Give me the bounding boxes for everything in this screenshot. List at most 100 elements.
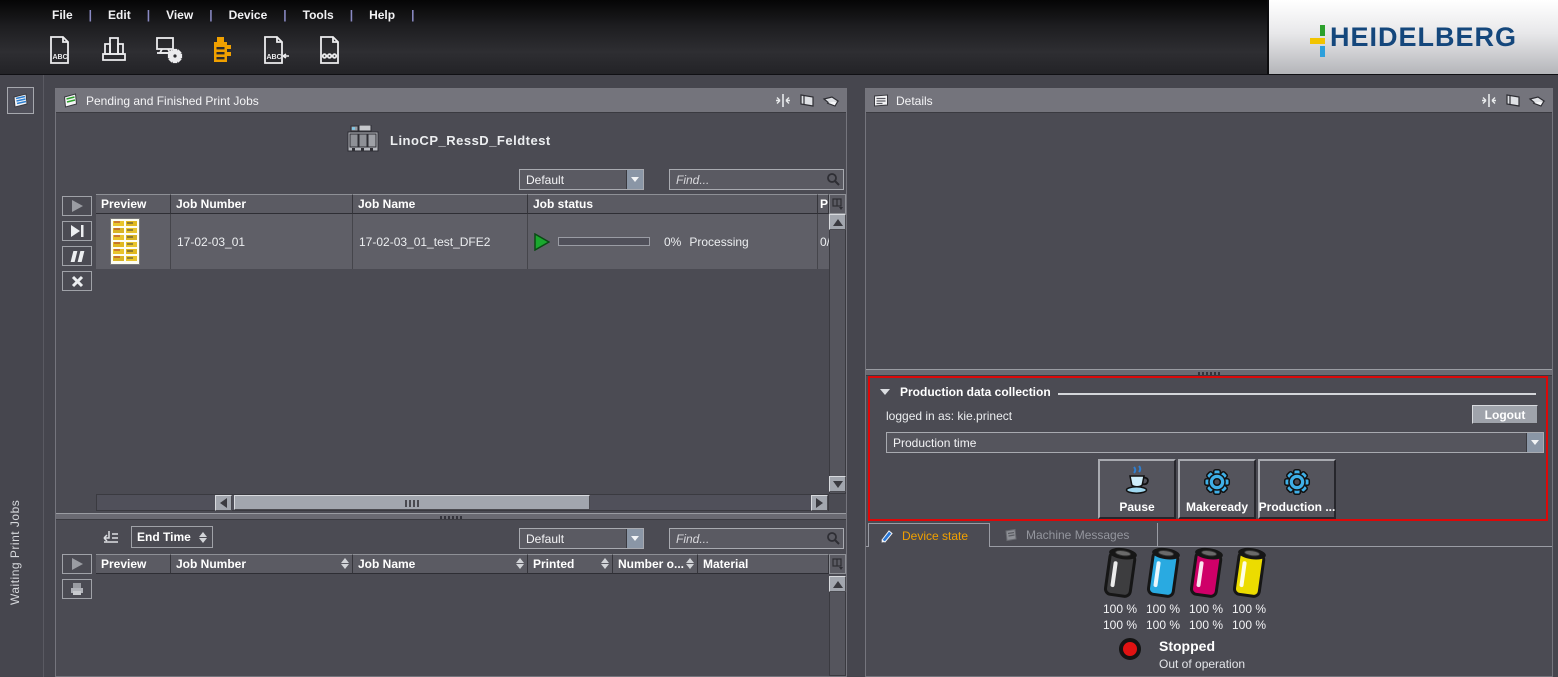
column-settings-button[interactable] bbox=[829, 194, 846, 214]
device-name: LinoCP_RessD_Feldtest bbox=[390, 133, 551, 148]
section-header[interactable]: Production data collection bbox=[880, 385, 1051, 399]
pending-view-preset-dropdown[interactable]: Default bbox=[519, 169, 644, 190]
detach-panel-icon[interactable] bbox=[822, 93, 840, 108]
job-running-icon bbox=[534, 233, 550, 251]
menu-edit[interactable]: Edit bbox=[96, 6, 143, 24]
cartridge-highlight bbox=[1239, 561, 1247, 587]
sort-arrows-icon[interactable] bbox=[601, 558, 609, 569]
column-settings-icon bbox=[832, 558, 844, 570]
operation-value: Production time bbox=[887, 436, 1526, 450]
detach-panel-icon[interactable] bbox=[1528, 93, 1546, 108]
scroll-down-button[interactable] bbox=[829, 476, 846, 492]
ink-cartridge-yellow bbox=[1232, 551, 1266, 598]
preset-value: Default bbox=[520, 173, 626, 187]
sort-arrows-icon[interactable] bbox=[341, 558, 349, 569]
cancel-job-button[interactable] bbox=[62, 271, 92, 291]
column-header-job-name[interactable]: Job Name bbox=[353, 554, 528, 574]
column-header-printed[interactable]: Pr bbox=[818, 194, 829, 214]
details-splitter[interactable] bbox=[866, 369, 1552, 376]
jobs-splitter[interactable] bbox=[56, 513, 846, 520]
start-job-button[interactable] bbox=[62, 196, 92, 216]
reprint-job-button[interactable] bbox=[62, 554, 92, 574]
triangle-right-icon bbox=[816, 498, 823, 508]
workstation-settings-icon[interactable] bbox=[152, 33, 184, 67]
column-settings-button[interactable] bbox=[829, 554, 846, 574]
device-machine-icon-active[interactable] bbox=[206, 33, 238, 67]
tab-machine-messages[interactable]: Machine Messages bbox=[993, 523, 1158, 547]
brand-panel: HEIDELBERG bbox=[1267, 0, 1558, 74]
column-header-job-name[interactable]: Job Name bbox=[353, 194, 528, 214]
new-job-document-icon[interactable]: ABC bbox=[44, 33, 76, 67]
tab-device-state[interactable]: Device state bbox=[868, 523, 990, 547]
maximize-panel-icon[interactable] bbox=[798, 93, 816, 108]
button-label: Makeready bbox=[1186, 500, 1248, 514]
pause-job-button[interactable] bbox=[62, 246, 92, 266]
print-queue-icon[interactable] bbox=[98, 33, 130, 67]
sort-arrows-icon[interactable] bbox=[199, 532, 207, 543]
menu-device[interactable]: Device bbox=[217, 6, 280, 24]
search-icon[interactable] bbox=[826, 531, 841, 546]
logo-green-tick bbox=[1320, 25, 1325, 36]
menu-file[interactable]: File bbox=[40, 6, 85, 24]
linked-jobs-document-icon[interactable] bbox=[314, 33, 346, 67]
close-icon bbox=[71, 275, 84, 288]
details-panel-header: Details bbox=[866, 89, 1552, 113]
ink-level-magenta-1: 100 % bbox=[1185, 602, 1227, 616]
sort-arrows-icon[interactable] bbox=[516, 558, 524, 569]
column-header-material[interactable]: Material bbox=[698, 554, 829, 574]
maximize-panel-icon[interactable] bbox=[1504, 93, 1522, 108]
machine-status-state: Stopped bbox=[1159, 638, 1215, 654]
logout-button[interactable]: Logout bbox=[1472, 405, 1538, 424]
scrollbar-thumb[interactable] bbox=[234, 495, 590, 510]
job-preview-thumbnail[interactable] bbox=[110, 218, 140, 265]
jobs-panel-title: Pending and Finished Print Jobs bbox=[86, 94, 259, 108]
menu-help[interactable]: Help bbox=[357, 6, 407, 24]
menu-view[interactable]: View bbox=[154, 6, 205, 24]
sort-field-selector[interactable]: End Time bbox=[131, 526, 213, 548]
column-header-job-status[interactable]: Job status bbox=[528, 194, 818, 214]
scroll-right-button[interactable] bbox=[811, 495, 828, 511]
print-to-end-button[interactable] bbox=[62, 221, 92, 241]
column-header-job-number[interactable]: Job Number bbox=[171, 554, 353, 574]
production-operation-button[interactable]: Production ... bbox=[1258, 459, 1336, 519]
scroll-left-button[interactable] bbox=[215, 495, 232, 511]
finished-find-input[interactable] bbox=[669, 528, 844, 549]
details-panel-icon bbox=[872, 93, 890, 108]
collapse-panel-icon[interactable] bbox=[1480, 93, 1498, 108]
ink-cartridge-black bbox=[1103, 551, 1137, 598]
pending-find-input[interactable] bbox=[669, 169, 844, 190]
abc-glyph: ABC bbox=[267, 54, 282, 61]
makeready-operation-button[interactable]: Makeready bbox=[1178, 459, 1256, 519]
pending-horizontal-scrollbar[interactable] bbox=[96, 494, 829, 511]
dropdown-arrow-button[interactable] bbox=[1526, 433, 1543, 452]
pause-operation-button[interactable]: Pause bbox=[1098, 459, 1176, 519]
waiting-print-jobs-tab-label[interactable]: Waiting Print Jobs bbox=[8, 365, 32, 605]
menu-tools[interactable]: Tools bbox=[291, 6, 346, 24]
waiting-print-jobs-button[interactable] bbox=[7, 87, 34, 114]
search-icon[interactable] bbox=[826, 172, 841, 187]
column-header-number-of[interactable]: Number o... bbox=[613, 554, 698, 574]
column-header-preview[interactable]: Preview bbox=[96, 554, 171, 574]
column-header-job-number[interactable]: Job Number bbox=[171, 194, 353, 214]
operation-type-dropdown[interactable]: Production time bbox=[886, 432, 1544, 453]
collapse-triangle-icon[interactable] bbox=[880, 389, 890, 395]
import-job-document-icon[interactable]: ABC bbox=[260, 33, 292, 67]
sort-direction-icon[interactable] bbox=[101, 530, 119, 544]
scroll-up-button[interactable] bbox=[829, 576, 846, 592]
logged-in-as-text: logged in as: kie.prinect bbox=[886, 409, 1012, 423]
heading-rule bbox=[1058, 393, 1536, 395]
proof-print-button[interactable] bbox=[62, 579, 92, 599]
pending-vertical-scrollbar[interactable] bbox=[829, 214, 846, 494]
finished-view-preset-dropdown[interactable]: Default bbox=[519, 528, 644, 549]
tab-label: Machine Messages bbox=[1026, 528, 1129, 542]
column-header-preview[interactable]: Preview bbox=[96, 194, 171, 214]
collapse-panel-icon[interactable] bbox=[774, 93, 792, 108]
job-printed-cell: 0/ bbox=[818, 214, 829, 269]
dropdown-arrow-button[interactable] bbox=[626, 170, 643, 189]
column-header-printed[interactable]: Printed bbox=[528, 554, 613, 574]
sort-arrows-icon[interactable] bbox=[686, 558, 694, 569]
scroll-up-button[interactable] bbox=[829, 214, 846, 230]
job-row[interactable]: 17-02-03_01 17-02-03_01_test_DFE2 0% Pro… bbox=[96, 214, 829, 269]
dropdown-arrow-button[interactable] bbox=[626, 529, 643, 548]
menu-separator: | bbox=[205, 8, 216, 22]
